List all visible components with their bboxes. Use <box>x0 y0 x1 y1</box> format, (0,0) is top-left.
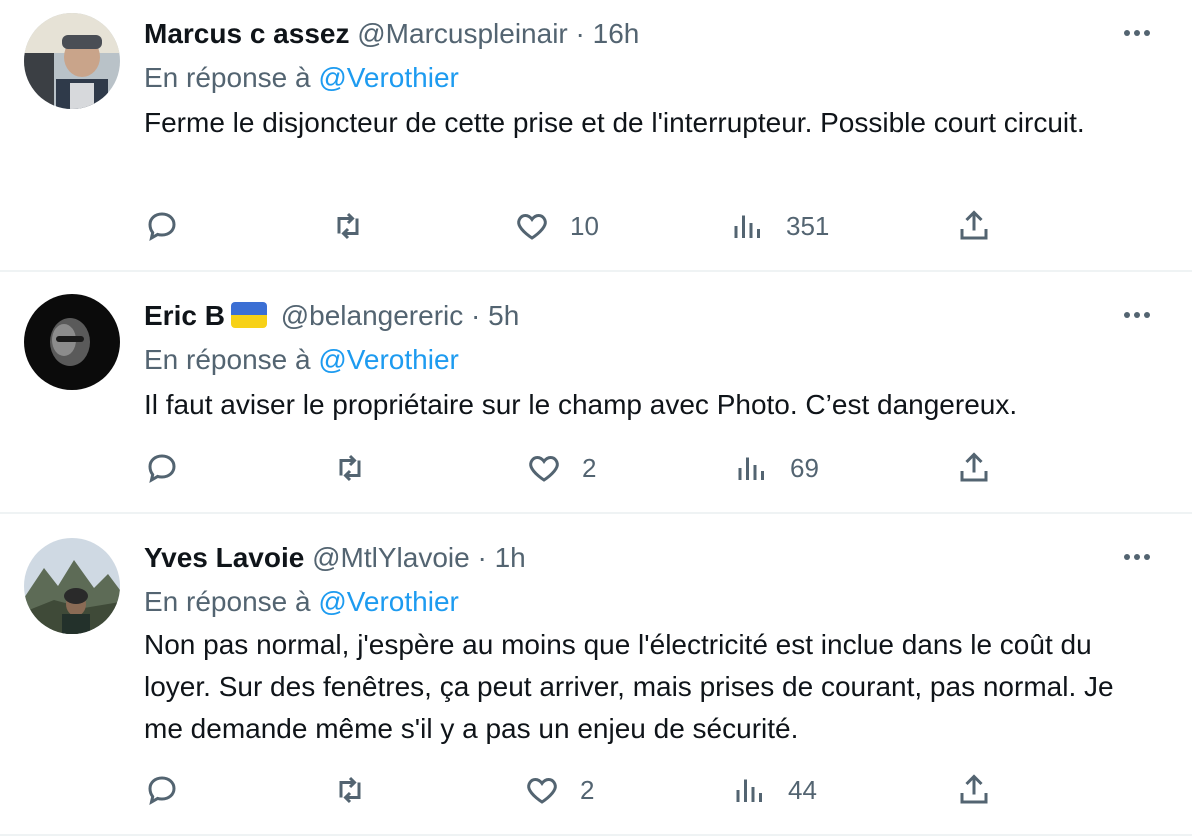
reply-prefix: En réponse à <box>144 586 311 617</box>
like-count: 10 <box>570 210 599 241</box>
author-handle[interactable]: @belangereric <box>281 300 464 331</box>
timestamp[interactable]: 1h <box>495 542 526 573</box>
like-button[interactable]: 2 <box>524 770 594 810</box>
reply-mention[interactable]: @Verothier <box>318 62 459 93</box>
share-button[interactable] <box>956 206 992 246</box>
action-bar: 10 351 <box>144 206 1004 246</box>
reply-button[interactable] <box>144 770 180 810</box>
tweet-text: Il faut aviser le propriétaire sur le ch… <box>144 389 1018 420</box>
like-button[interactable]: 10 <box>514 206 599 246</box>
tweet-text: Non pas normal, j'espère au moins que l'… <box>144 629 1114 744</box>
retweet-icon <box>339 454 361 482</box>
share-button[interactable] <box>956 770 992 810</box>
views-icon <box>734 215 760 238</box>
ukraine-flag-icon <box>230 302 267 328</box>
reply-button[interactable] <box>144 206 180 246</box>
views-icon <box>736 779 762 802</box>
share-icon <box>960 210 988 240</box>
separator: · <box>477 542 487 573</box>
views-button[interactable]: 69 <box>734 448 819 488</box>
like-icon <box>529 455 559 482</box>
author-name[interactable]: Yves Lavoie <box>144 542 304 573</box>
author-handle[interactable]: @MtlYlavoie <box>312 542 470 573</box>
separator: · <box>471 300 481 331</box>
reply-mention[interactable]: @Verothier <box>318 344 459 375</box>
reply-icon <box>148 212 176 242</box>
action-bar: 2 69 <box>144 448 1004 488</box>
author-name[interactable]: Eric B <box>144 300 225 331</box>
separator: · <box>575 18 585 49</box>
retweet-button[interactable] <box>332 448 368 488</box>
author-name[interactable]: Marcus c assez <box>144 18 349 49</box>
views-count: 44 <box>788 774 817 805</box>
retweet-button[interactable] <box>330 206 366 246</box>
reply-icon <box>148 776 176 806</box>
reply-button[interactable] <box>144 448 180 488</box>
reply-icon <box>148 454 176 484</box>
share-button[interactable] <box>956 448 992 488</box>
action-bar: 2 44 <box>144 770 1004 810</box>
reply-prefix: En réponse à <box>144 344 311 375</box>
avatar[interactable] <box>24 13 120 109</box>
more-icon[interactable] <box>1120 298 1154 332</box>
like-icon <box>527 777 557 804</box>
avatar[interactable] <box>24 294 120 390</box>
views-button[interactable]: 351 <box>730 206 829 246</box>
tweet-1[interactable]: Marcus c assez @Marcuspleinair · 16h En … <box>0 0 1192 272</box>
retweet-icon <box>339 776 361 804</box>
like-count: 2 <box>580 774 595 805</box>
tweet-3[interactable]: Yves Lavoie @MtlYlavoie · 1h En réponse … <box>0 512 1192 836</box>
like-button[interactable]: 2 <box>526 448 596 488</box>
timestamp[interactable]: 5h <box>488 300 519 331</box>
tweet-2[interactable]: Eric B @belangereric · 5h En réponse à @… <box>0 270 1192 514</box>
tweet-text: Ferme le disjoncteur de cette prise et d… <box>144 107 1085 138</box>
reply-prefix: En réponse à <box>144 62 311 93</box>
more-icon[interactable] <box>1120 540 1154 574</box>
share-icon <box>960 774 988 804</box>
like-count: 2 <box>582 452 597 483</box>
views-count: 69 <box>790 452 819 483</box>
more-icon[interactable] <box>1120 16 1154 50</box>
timestamp[interactable]: 16h <box>593 18 640 49</box>
reply-mention[interactable]: @Verothier <box>318 586 459 617</box>
views-count: 351 <box>786 210 830 241</box>
avatar[interactable] <box>24 538 120 634</box>
author-handle[interactable]: @Marcuspleinair <box>357 18 568 49</box>
share-icon <box>960 452 988 482</box>
views-icon <box>738 457 764 480</box>
retweet-icon <box>337 212 359 240</box>
retweet-button[interactable] <box>332 770 368 810</box>
views-button[interactable]: 44 <box>732 770 817 810</box>
like-icon <box>517 213 547 240</box>
